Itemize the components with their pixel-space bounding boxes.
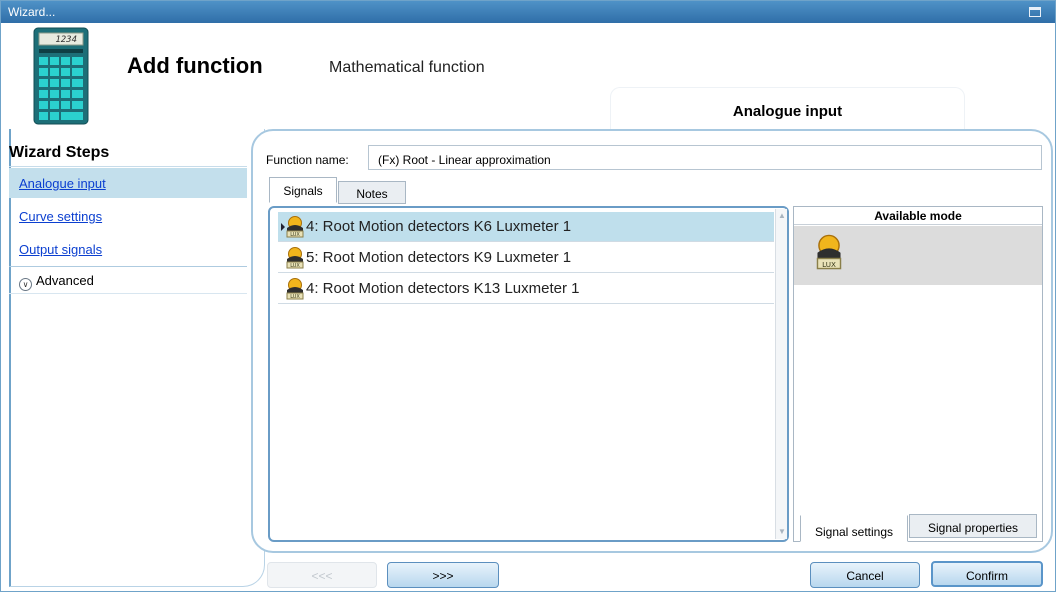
advanced-toggle[interactable]: ∨ Advanced — [9, 266, 247, 294]
function-name-label: Function name: — [266, 153, 349, 167]
tab-signal-settings[interactable]: Signal settings — [800, 515, 908, 542]
sidebar-item-analogue-input[interactable]: Analogue input — [9, 168, 247, 198]
available-mode-list: LUX — [794, 226, 1042, 285]
signals-list[interactable]: LUX 4: Root Motion detectors K6 Luxmeter… — [268, 206, 789, 542]
calculator-display: 1234 — [55, 35, 77, 45]
luxmeter-icon[interactable]: LUX — [816, 234, 842, 273]
available-mode-panel: Available mode LUX — [793, 206, 1043, 542]
signal-row[interactable]: LUX 4: Root Motion detectors K6 Luxmeter… — [278, 212, 774, 242]
tab-signal-properties[interactable]: Signal properties — [909, 514, 1037, 538]
luxmeter-icon: LUX — [286, 247, 304, 273]
signal-row[interactable]: LUX 5: Root Motion detectors K9 Luxmeter… — [278, 243, 774, 273]
lux-label: LUX — [290, 232, 300, 238]
advanced-label: Advanced — [36, 273, 94, 288]
lux-label: LUX — [822, 260, 836, 269]
signal-label: 4: Root Motion detectors K6 Luxmeter 1 — [306, 218, 572, 235]
scroll-down-icon[interactable]: ▼ — [778, 527, 786, 536]
current-step-tab: Analogue input — [610, 87, 965, 129]
back-button[interactable]: <<< — [267, 562, 377, 588]
title-bar[interactable]: Wizard... — [1, 1, 1055, 23]
lux-label: LUX — [290, 263, 300, 269]
current-row-marker-icon — [281, 223, 285, 231]
sidebar-item-curve-settings[interactable]: Curve settings — [9, 201, 247, 231]
calculator-icon: 1234 — [33, 27, 89, 125]
luxmeter-icon: LUX — [286, 216, 304, 242]
vertical-scrollbar[interactable]: ▲ ▼ — [775, 209, 787, 539]
tab-notes[interactable]: Notes — [338, 181, 406, 204]
chevron-down-icon: ∨ — [19, 278, 32, 291]
window-title: Wizard... — [8, 5, 56, 19]
scroll-up-icon[interactable]: ▲ — [778, 211, 786, 220]
signal-label: 5: Root Motion detectors K9 Luxmeter 1 — [306, 249, 572, 266]
signal-label: 4: Root Motion detectors K13 Luxmeter 1 — [306, 280, 580, 297]
wizard-window: Wizard... 1234 Add function Mathematical… — [0, 0, 1056, 592]
divider — [9, 166, 247, 167]
signal-row[interactable]: LUX 4: Root Motion detectors K13 Luxmete… — [278, 274, 774, 304]
available-mode-title: Available mode — [794, 207, 1042, 225]
page-subtitle: Mathematical function — [329, 59, 485, 76]
wizard-steps-title: Wizard Steps — [9, 144, 110, 161]
sidebar-item-output-signals[interactable]: Output signals — [9, 234, 247, 264]
function-name-input[interactable] — [368, 145, 1042, 170]
lux-label: LUX — [290, 294, 300, 300]
luxmeter-icon: LUX — [286, 278, 304, 304]
tab-signals[interactable]: Signals — [269, 177, 337, 203]
confirm-button[interactable]: Confirm — [931, 561, 1043, 587]
maximize-icon[interactable] — [1029, 7, 1041, 17]
next-button[interactable]: >>> — [387, 562, 499, 588]
cancel-button[interactable]: Cancel — [810, 562, 920, 588]
page-title: Add function — [127, 53, 263, 78]
